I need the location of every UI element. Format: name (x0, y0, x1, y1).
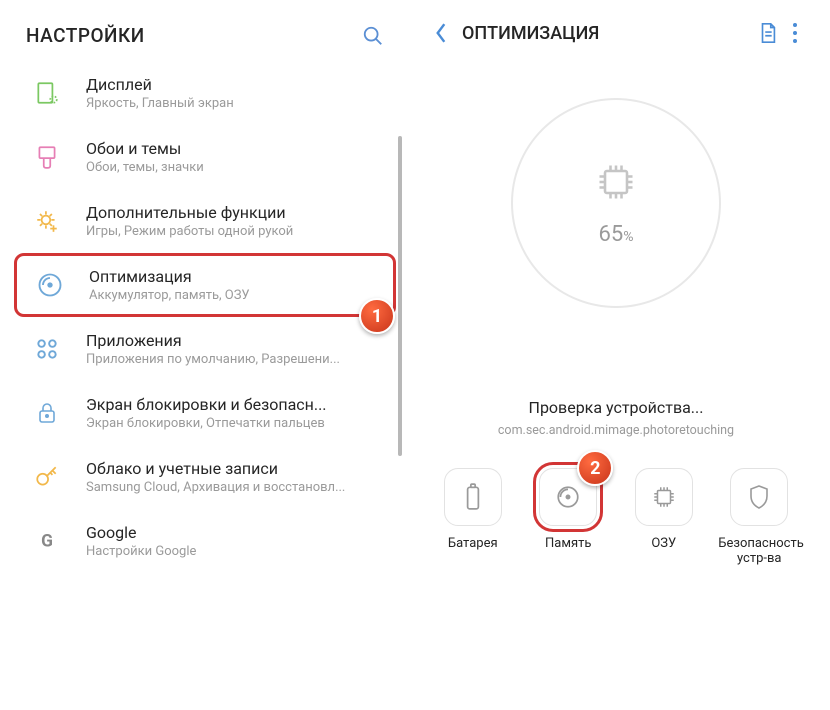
chip-icon (594, 160, 638, 204)
settings-item-google[interactable]: G Google Настройки Google (6, 509, 404, 573)
settings-item-lockscreen[interactable]: Экран блокировки и безопасн... Экран бло… (6, 381, 404, 445)
tile-battery[interactable]: Батарея (432, 468, 514, 566)
settings-item-optimization-highlighted[interactable]: Оптимизация Аккумулятор, память, ОЗУ 1 (14, 253, 396, 317)
status-subtitle: com.sec.android.mimage.photoretouching (416, 423, 816, 438)
key-icon (30, 460, 64, 494)
item-subtitle: Обои, темы, значки (86, 160, 384, 175)
item-title: Оптимизация (89, 267, 381, 286)
display-icon (30, 76, 64, 110)
item-subtitle: Яркость, Главный экран (86, 96, 384, 111)
item-subtitle: Приложения по умолчанию, Разрешени... (86, 352, 384, 367)
item-subtitle: Аккумулятор, память, ОЗУ (89, 288, 381, 303)
item-title: Приложения (86, 331, 384, 350)
item-title: Облако и учетные записи (86, 459, 384, 478)
settings-item-wallpaper[interactable]: Обои и темы Обои, темы, значки (6, 125, 404, 189)
settings-item-advanced[interactable]: Дополнительные функции Игры, Режим работ… (6, 189, 404, 253)
status-area: Проверка устройства... com.sec.android.m… (416, 398, 816, 438)
status-title: Проверка устройства... (416, 398, 816, 417)
shield-icon (730, 468, 788, 526)
optimization-screen: ОПТИМИЗАЦИЯ 65% Проверка устройства... c… (416, 6, 816, 704)
settings-header: НАСТРОЙКИ (6, 6, 404, 61)
item-subtitle: Экран блокировки, Отпечатки пальцев (86, 416, 384, 431)
scrollbar-thumb[interactable] (398, 136, 402, 456)
ram-chip-icon (635, 468, 693, 526)
svg-text:G: G (41, 531, 53, 551)
item-title: Google (86, 523, 384, 542)
settings-item-display[interactable]: Дисплей Яркость, Главный экран (6, 61, 404, 125)
optimization-icon (33, 268, 67, 302)
tile-label: Память (527, 536, 609, 551)
scrollbar[interactable] (398, 96, 402, 536)
item-title: Дополнительные функции (86, 203, 384, 222)
tile-storage-highlighted[interactable]: Память 2 (527, 468, 609, 566)
tile-security[interactable]: Безопасность устр-ва (718, 468, 800, 566)
item-title: Дисплей (86, 75, 384, 94)
settings-list: Дисплей Яркость, Главный экран Обои и те… (6, 61, 404, 573)
tile-label: Безопасность устр-ва (718, 536, 800, 566)
tile-label: ОЗУ (623, 536, 705, 551)
item-subtitle: Samsung Cloud, Архивация и восстановл... (86, 480, 384, 495)
step-badge-2: 2 (577, 450, 613, 486)
back-icon[interactable] (434, 22, 448, 44)
document-icon[interactable] (758, 22, 778, 44)
settings-item-apps[interactable]: Приложения Приложения по умолчанию, Разр… (6, 317, 404, 381)
tile-ram[interactable]: ОЗУ (623, 468, 705, 566)
settings-title: НАСТРОЙКИ (26, 24, 145, 47)
item-subtitle: Настройки Google (86, 544, 384, 559)
brush-icon (30, 140, 64, 174)
progress-circle: 65% (511, 98, 721, 308)
optimization-title: ОПТИМИЗАЦИЯ (462, 23, 744, 44)
battery-icon (444, 468, 502, 526)
optimization-header: ОПТИМИЗАЦИЯ (416, 6, 816, 58)
apps-icon (30, 332, 64, 366)
menu-dots-icon[interactable] (792, 22, 798, 44)
lock-icon (30, 396, 64, 430)
item-title: Обои и темы (86, 139, 384, 158)
search-icon[interactable] (362, 25, 384, 47)
google-icon: G (30, 524, 64, 558)
item-subtitle: Игры, Режим работы одной рукой (86, 224, 384, 239)
device-status-circle: 65% (416, 58, 816, 308)
gear-plus-icon (30, 204, 64, 238)
bottom-tiles: Батарея Память 2 ОЗУ Безопасность ус (416, 438, 816, 586)
settings-screen: НАСТРОЙКИ Дисплей Яркость, Главный экран (6, 6, 404, 704)
settings-item-cloud[interactable]: Облако и учетные записи Samsung Cloud, А… (6, 445, 404, 509)
item-title: Экран блокировки и безопасн... (86, 395, 384, 414)
tile-label: Батарея (432, 536, 514, 551)
percent-value: 65% (599, 222, 634, 247)
